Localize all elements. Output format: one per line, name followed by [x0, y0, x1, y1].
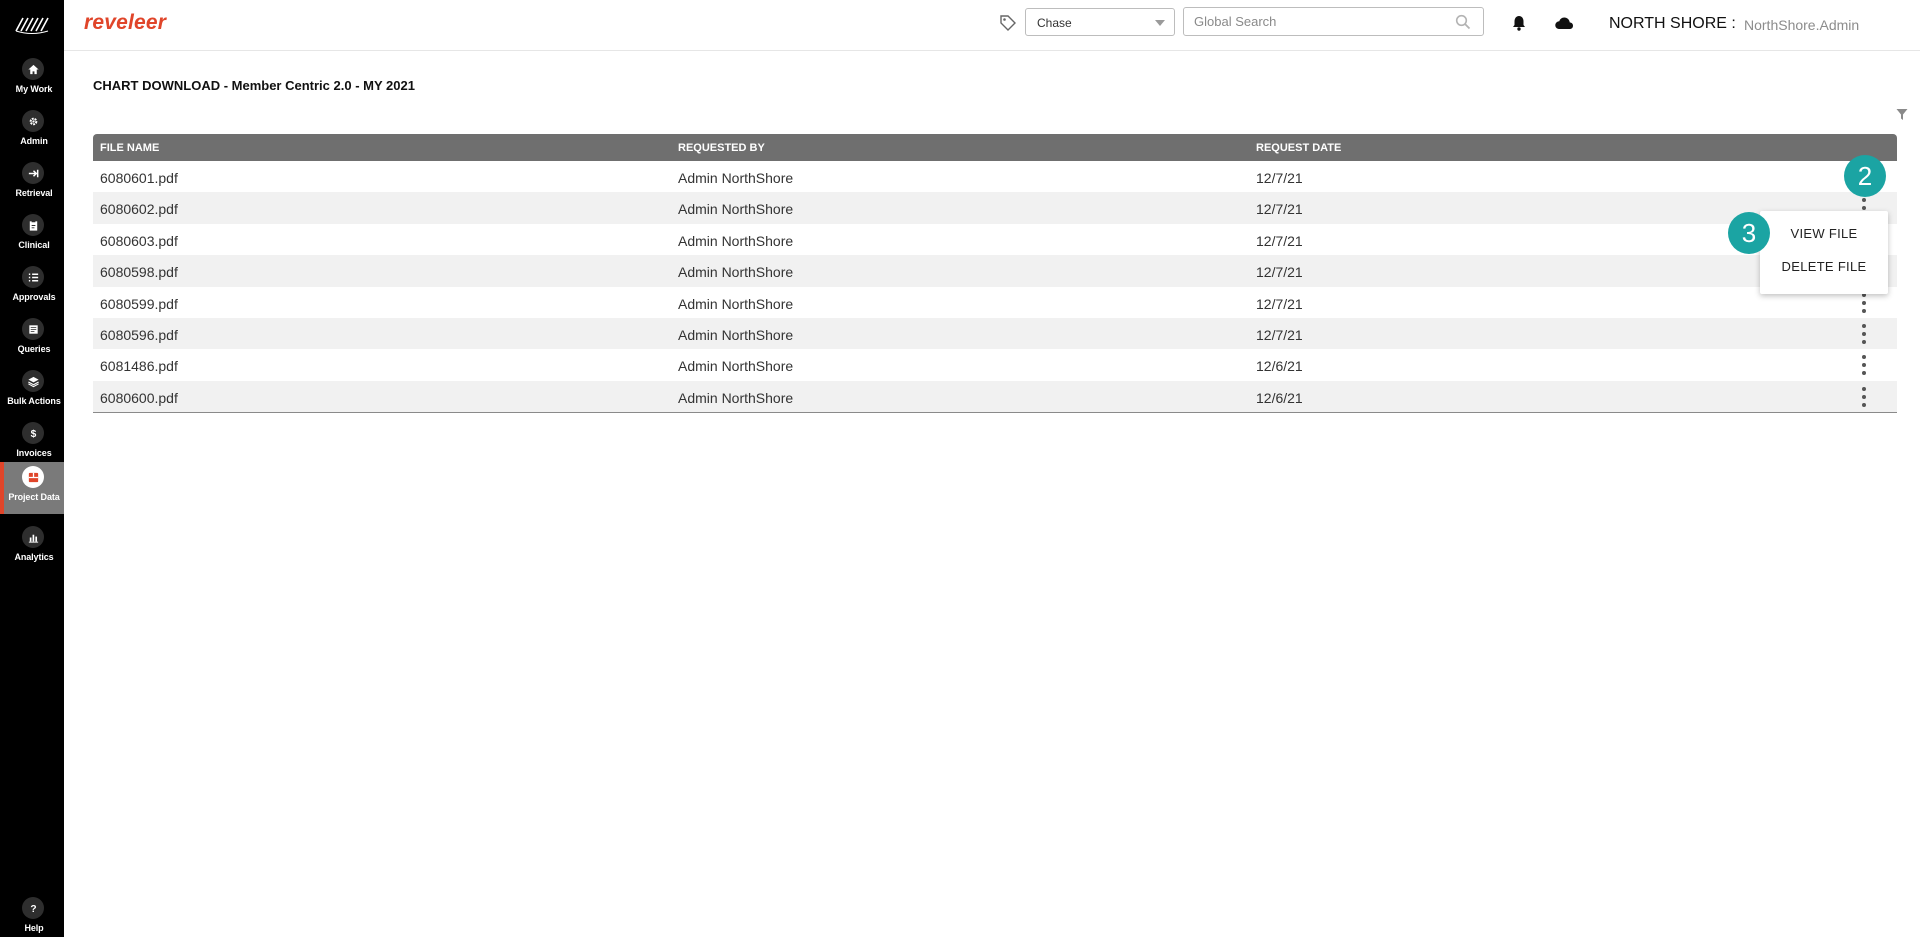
sidebar-item-label: Admin [20, 136, 48, 146]
column-header-request-date[interactable]: REQUEST DATE [1256, 142, 1341, 154]
requested-by-cell: Admin NorthShore [678, 326, 794, 343]
top-header: reveleer Chase NORTH SHORE : NorthShore.… [64, 0, 1920, 51]
table-row: 6080602.pdf Admin NorthShore 12/7/21 [93, 192, 1897, 224]
sidebar: My Work Admin Retrieval Clinical Approva… [0, 0, 64, 937]
document-icon [22, 318, 44, 340]
layers-icon [22, 370, 44, 392]
table-header: FILE NAME REQUESTED BY REQUEST DATE [93, 134, 1897, 161]
sidebar-item-retrieval[interactable]: Retrieval [0, 158, 64, 208]
row-actions-kebab-icon[interactable] [1859, 386, 1869, 407]
sidebar-item-label: Clinical [18, 240, 50, 250]
cloud-icon[interactable] [1554, 15, 1574, 31]
requested-by-cell: Admin NorthShore [678, 232, 794, 249]
request-date-cell: 12/7/21 [1256, 232, 1303, 249]
table-row: 6080598.pdf Admin NorthShore 12/7/21 [93, 255, 1897, 287]
requested-by-cell: Admin NorthShore [678, 201, 794, 218]
sidebar-item-help[interactable]: ? Help [0, 893, 64, 937]
sidebar-item-label: Help [24, 923, 44, 933]
delete-file-menu-item[interactable]: DELETE FILE [1760, 259, 1888, 274]
sidebar-item-label: My Work [15, 84, 53, 94]
request-date-cell: 12/7/21 [1256, 201, 1303, 218]
chase-select-value: Chase [1037, 16, 1072, 30]
request-date-cell: 12/6/21 [1256, 358, 1303, 375]
project-data-icon [22, 466, 44, 488]
table-row: 6080600.pdf Admin NorthShore 12/6/21 [93, 380, 1897, 413]
sidebar-item-label: Invoices [16, 448, 52, 458]
global-search-input[interactable] [1184, 8, 1434, 34]
arrow-in-icon [22, 162, 44, 184]
global-search-box [1183, 7, 1484, 36]
sidebar-item-label: Retrieval [15, 188, 53, 198]
table-bottom-border [93, 412, 1897, 414]
row-actions-kebab-icon[interactable] [1859, 292, 1869, 313]
admin-gear-icon [22, 110, 44, 132]
sidebar-item-admin[interactable]: Admin [0, 106, 64, 156]
file-name-cell: 6080600.pdf [100, 389, 178, 406]
tag-icon[interactable] [999, 14, 1017, 32]
file-name-cell: 6080599.pdf [100, 295, 178, 312]
requested-by-cell: Admin NorthShore [678, 358, 794, 375]
svg-text:$: $ [30, 429, 36, 440]
column-header-requested-by[interactable]: REQUESTED BY [678, 142, 765, 154]
requested-by-cell: Admin NorthShore [678, 295, 794, 312]
brand-logo[interactable]: reveleer [84, 11, 166, 35]
chart-download-table: FILE NAME REQUESTED BY REQUEST DATE 6080… [93, 134, 1897, 414]
request-date-cell: 12/7/21 [1256, 170, 1303, 186]
requested-by-cell: Admin NorthShore [678, 170, 794, 186]
sidebar-item-project-data[interactable]: Project Data [0, 462, 64, 514]
sidebar-item-my-work[interactable]: My Work [0, 54, 64, 104]
view-file-menu-item[interactable]: VIEW FILE [1760, 226, 1888, 241]
column-header-file-name[interactable]: FILE NAME [100, 142, 159, 154]
request-date-cell: 12/7/21 [1256, 326, 1303, 343]
file-name-cell: 6080598.pdf [100, 264, 178, 281]
chevron-down-icon [1155, 20, 1165, 26]
bell-icon[interactable] [1511, 14, 1527, 32]
clipboard-icon [22, 214, 44, 236]
filter-icon[interactable] [1896, 108, 1908, 121]
file-name-cell: 6080603.pdf [100, 232, 178, 249]
help-icon: ? [22, 897, 44, 919]
sidebar-item-bulk-actions[interactable]: Bulk Actions [0, 366, 64, 416]
file-name-cell: 6080596.pdf [100, 326, 178, 343]
table-row: 6080601.pdf Admin NorthShore 12/7/21 [93, 161, 1897, 192]
sidebar-item-label: Analytics [14, 552, 54, 562]
sidebar-item-label: Project Data [8, 492, 60, 502]
svg-text:?: ? [30, 904, 36, 915]
row-actions-menu: VIEW FILE DELETE FILE [1760, 211, 1888, 294]
table-row: 6080599.pdf Admin NorthShore 12/7/21 [93, 287, 1897, 318]
home-icon [22, 58, 44, 80]
sidebar-item-clinical[interactable]: Clinical [0, 210, 64, 260]
request-date-cell: 12/7/21 [1256, 295, 1303, 312]
org-user-name[interactable]: NorthShore.Admin [1744, 17, 1859, 33]
request-date-cell: 12/7/21 [1256, 264, 1303, 281]
row-actions-kebab-icon[interactable] [1859, 355, 1869, 376]
page-title: CHART DOWNLOAD - Member Centric 2.0 - MY… [93, 78, 415, 93]
org-name: NORTH SHORE : [1609, 15, 1736, 32]
table-row: 6080596.pdf Admin NorthShore 12/7/21 [93, 317, 1897, 350]
table-row: 6081486.pdf Admin NorthShore 12/6/21 [93, 349, 1897, 380]
row-actions-kebab-icon[interactable] [1859, 323, 1869, 344]
sidebar-item-queries[interactable]: Queries [0, 314, 64, 364]
bar-chart-icon [22, 526, 44, 548]
sidebar-item-approvals[interactable]: Approvals [0, 262, 64, 312]
file-name-cell: 6080602.pdf [100, 201, 178, 218]
request-date-cell: 12/6/21 [1256, 389, 1303, 406]
file-name-cell: 6080601.pdf [100, 170, 178, 186]
requested-by-cell: Admin NorthShore [678, 264, 794, 281]
sidebar-item-label: Queries [17, 344, 51, 354]
search-icon[interactable] [1455, 14, 1471, 30]
sidebar-item-invoices[interactable]: $ Invoices [0, 418, 64, 468]
step-badge-two: 2 [1844, 155, 1886, 197]
file-name-cell: 6081486.pdf [100, 358, 178, 375]
reveleer-logo-icon[interactable] [14, 14, 50, 34]
sidebar-item-analytics[interactable]: Analytics [0, 522, 64, 572]
sidebar-item-label: Approvals [12, 292, 56, 302]
checklist-icon [22, 266, 44, 288]
sidebar-item-label: Bulk Actions [7, 396, 61, 406]
dollar-icon: $ [22, 422, 44, 444]
step-badge-three: 3 [1728, 212, 1770, 254]
table-row: 6080603.pdf Admin NorthShore 12/7/21 [93, 224, 1897, 255]
requested-by-cell: Admin NorthShore [678, 389, 794, 406]
chase-select[interactable]: Chase [1025, 8, 1175, 36]
